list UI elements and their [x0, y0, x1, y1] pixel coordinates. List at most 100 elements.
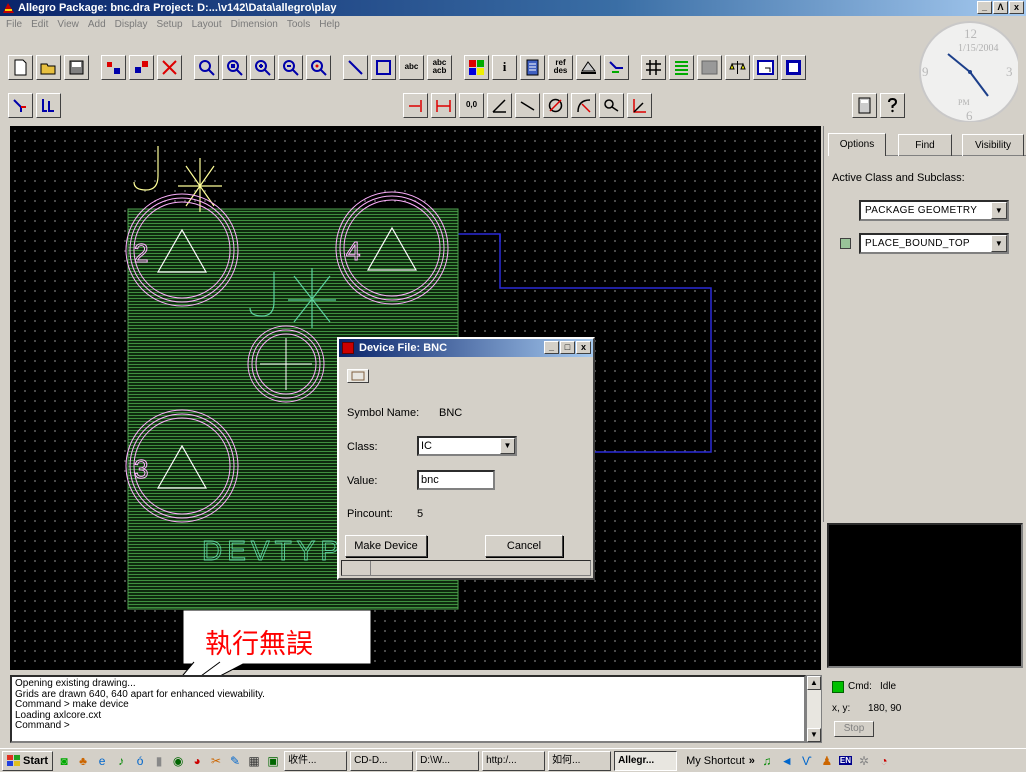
delete-button[interactable]: [157, 54, 182, 80]
place-button[interactable]: [576, 54, 601, 80]
zoom-fit-button[interactable]: [222, 54, 247, 80]
minimize-button[interactable]: _: [977, 1, 992, 14]
menu-layout[interactable]: Layout: [192, 16, 222, 34]
console-scrollbar[interactable]: ▲ ▼: [806, 675, 822, 743]
grid-toggle-button[interactable]: [641, 54, 666, 80]
dialog-title-bar[interactable]: Device File: BNC _ □ x: [339, 339, 593, 357]
device-class-dropdown-icon[interactable]: ▼: [500, 438, 515, 454]
menu-dimension[interactable]: Dimension: [231, 16, 278, 34]
dim-radius-button[interactable]: [571, 92, 596, 118]
quicklaunch-11-icon[interactable]: ▣: [265, 753, 281, 769]
route-button[interactable]: [604, 54, 629, 80]
quicklaunch-2-icon[interactable]: ♣: [75, 753, 91, 769]
menu-tools[interactable]: Tools: [287, 16, 310, 34]
menu-add[interactable]: Add: [88, 16, 106, 34]
dim-datum-button[interactable]: [431, 92, 456, 118]
tray-connection-icon[interactable]: ✲: [856, 753, 872, 769]
calculator-button[interactable]: [852, 92, 877, 118]
stop-button[interactable]: Stop: [834, 721, 874, 737]
zoom-previous-button[interactable]: [306, 54, 331, 80]
task-button-browser[interactable]: http:/...: [482, 750, 546, 771]
dim-linear-button[interactable]: [403, 92, 428, 118]
task-button-cd[interactable]: CD-D...: [350, 750, 414, 771]
move-button[interactable]: [101, 54, 126, 80]
refdes-button[interactable]: ref des: [548, 54, 573, 80]
dim-chamfer-button[interactable]: [627, 92, 652, 118]
color-layers-button[interactable]: [669, 54, 694, 80]
add-line-button[interactable]: [343, 54, 368, 80]
toolbar-chevron-icon[interactable]: »: [749, 755, 755, 767]
dim-coordinate-button[interactable]: 0,0: [459, 92, 484, 118]
maximize-button[interactable]: Ʌ: [993, 1, 1008, 14]
add-text-button[interactable]: abc: [399, 54, 424, 80]
save-button[interactable]: [64, 54, 89, 80]
task-button-inbox[interactable]: 收件...: [284, 750, 348, 771]
screen-button[interactable]: [781, 54, 806, 80]
copy-button[interactable]: [129, 54, 154, 80]
task-button-allegro[interactable]: Allegr...: [614, 750, 678, 771]
tray-user-icon[interactable]: ♟: [819, 753, 835, 769]
menu-help[interactable]: Help: [319, 16, 340, 34]
quicklaunch-9-icon[interactable]: ✎: [227, 753, 243, 769]
tray-volume-icon[interactable]: ◄: [779, 753, 795, 769]
class-select[interactable]: PACKAGE GEOMETRY ▼: [859, 200, 1009, 221]
quicklaunch-4-icon[interactable]: ó: [132, 753, 148, 769]
world-view-minimap[interactable]: [827, 523, 1023, 668]
quicklaunch-5-icon[interactable]: ▮: [151, 753, 167, 769]
quicklaunch-1-icon[interactable]: ◙: [56, 753, 72, 769]
new-file-button[interactable]: [8, 54, 33, 80]
subclass-color-swatch[interactable]: [840, 238, 851, 249]
tab-visibility[interactable]: Visibility: [962, 134, 1024, 156]
scroll-down-icon[interactable]: ▼: [807, 728, 821, 742]
dialog-minimize-button[interactable]: _: [544, 341, 559, 354]
dim-diameter-button[interactable]: [543, 92, 568, 118]
device-value-input[interactable]: bnc: [417, 470, 495, 490]
command-console[interactable]: Opening existing drawing... Grids are dr…: [10, 675, 806, 743]
scroll-up-icon[interactable]: ▲: [807, 676, 821, 690]
menu-file[interactable]: File: [6, 16, 22, 34]
zoom-in-button[interactable]: [250, 54, 275, 80]
console-prompt[interactable]: Command >: [15, 720, 801, 732]
dialog-icon-button[interactable]: [347, 369, 369, 383]
tray-antivirus-icon[interactable]: Ѵ: [799, 753, 815, 769]
dialog-maximize-button[interactable]: □: [560, 341, 575, 354]
menu-display[interactable]: Display: [115, 16, 148, 34]
quicklaunch-7-icon[interactable]: ◕: [189, 753, 205, 769]
task-button-howto[interactable]: 如何...: [548, 750, 612, 771]
quicklaunch-10-icon[interactable]: ▦: [246, 753, 262, 769]
balance-button[interactable]: [725, 54, 750, 80]
tray-language-indicator[interactable]: EN: [838, 756, 852, 765]
task-button-d-drive[interactable]: D:\W...: [416, 750, 480, 771]
color-button[interactable]: [464, 54, 489, 80]
subclass-select-dropdown-icon[interactable]: ▼: [991, 235, 1007, 252]
quicklaunch-8-icon[interactable]: ✂: [208, 753, 224, 769]
dim-balloon-button[interactable]: [599, 92, 624, 118]
title-bar[interactable]: Allegro Package: bnc.dra Project: D:...\…: [0, 0, 1026, 16]
zoom-window-button[interactable]: [194, 54, 219, 80]
make-device-button[interactable]: Make Device: [345, 535, 427, 557]
stack-button[interactable]: [520, 54, 545, 80]
quicklaunch-ie-icon[interactable]: e: [94, 753, 110, 769]
swap-text-button[interactable]: abc acb: [427, 54, 452, 80]
menu-edit[interactable]: Edit: [31, 16, 48, 34]
menu-view[interactable]: View: [57, 16, 79, 34]
dim-leader-button[interactable]: [515, 92, 540, 118]
slide-button[interactable]: [36, 92, 61, 118]
start-button[interactable]: Start: [2, 750, 54, 771]
help-button[interactable]: [880, 92, 905, 118]
unused-blocks-button[interactable]: [697, 54, 722, 80]
zoom-out-button[interactable]: [278, 54, 303, 80]
add-connect-button[interactable]: [8, 92, 33, 118]
class-select-dropdown-icon[interactable]: ▼: [991, 202, 1007, 219]
menu-setup[interactable]: Setup: [156, 16, 182, 34]
quicklaunch-6-icon[interactable]: ◉: [170, 753, 186, 769]
device-class-select[interactable]: IC ▼: [417, 436, 517, 456]
dialog-close-button[interactable]: x: [576, 341, 591, 354]
shortcut-toolbar-label[interactable]: My Shortcut: [686, 755, 745, 767]
tab-options[interactable]: Options: [828, 133, 886, 156]
close-button[interactable]: x: [1009, 1, 1024, 14]
quicklaunch-3-icon[interactable]: ♪: [113, 753, 129, 769]
tab-find[interactable]: Find: [898, 134, 952, 156]
dim-angle-button[interactable]: [487, 92, 512, 118]
window-layout-button[interactable]: [753, 54, 778, 80]
